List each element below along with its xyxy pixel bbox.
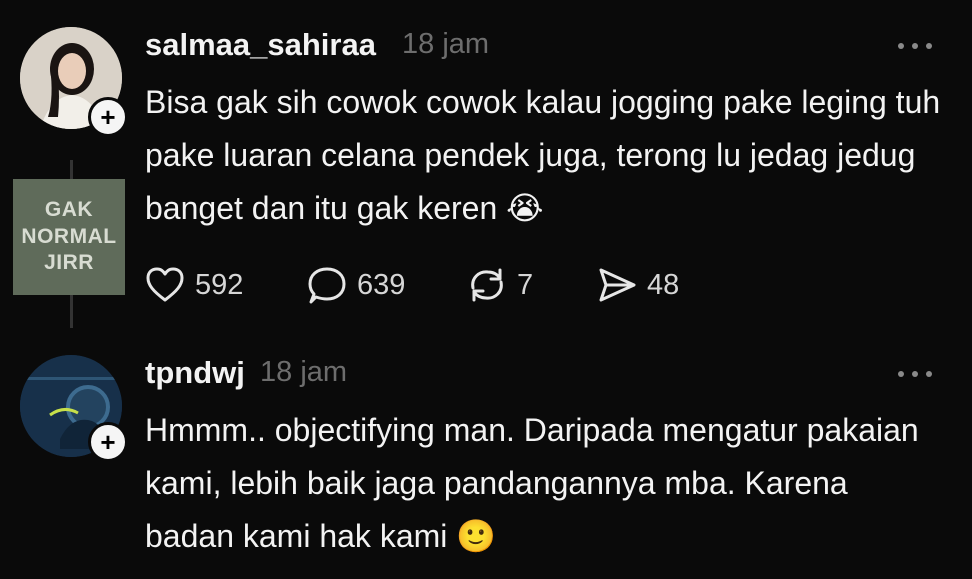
- follow-plus-icon[interactable]: +: [88, 422, 128, 462]
- heart-icon: [146, 267, 184, 302]
- meme-line: JIRR: [44, 251, 94, 275]
- repost-count: 7: [517, 268, 534, 301]
- share-count: 48: [647, 268, 680, 301]
- post-1: + GAK NORMAL JIRR salmaa_sahiraa 18 jam …: [0, 0, 972, 340]
- like-button[interactable]: 592: [145, 264, 243, 306]
- post-text: Bisa gak sih cowok cowok kalau jogging p…: [145, 84, 941, 226]
- timestamp: 18 jam: [402, 28, 490, 60]
- post-2: + tpndwj 18 jam Hmmm.. objectifying man.…: [0, 340, 972, 565]
- meme-line: GAK: [44, 197, 94, 221]
- meme-line: NORMAL: [21, 224, 117, 248]
- comment-button[interactable]: 639: [307, 264, 405, 306]
- username[interactable]: tpndwj: [145, 355, 245, 391]
- follow-plus-icon[interactable]: +: [88, 97, 128, 137]
- repost-icon: [471, 268, 503, 302]
- timestamp: 18 jam: [260, 356, 348, 388]
- more-dots-icon[interactable]: [898, 369, 932, 379]
- username[interactable]: salmaa_sahiraa: [145, 27, 376, 63]
- share-button[interactable]: 48: [597, 264, 679, 306]
- comment-count: 639: [357, 268, 406, 301]
- more-dots-icon[interactable]: [898, 41, 932, 51]
- like-count: 592: [195, 268, 244, 301]
- speech-bubble-icon: [308, 267, 346, 304]
- repost-button[interactable]: 7: [467, 264, 533, 306]
- meme-sticker: GAK NORMAL JIRR: [13, 179, 125, 295]
- post-text: Hmmm.. objectifying man. Daripada mengat…: [145, 412, 919, 554]
- send-icon: [599, 268, 636, 302]
